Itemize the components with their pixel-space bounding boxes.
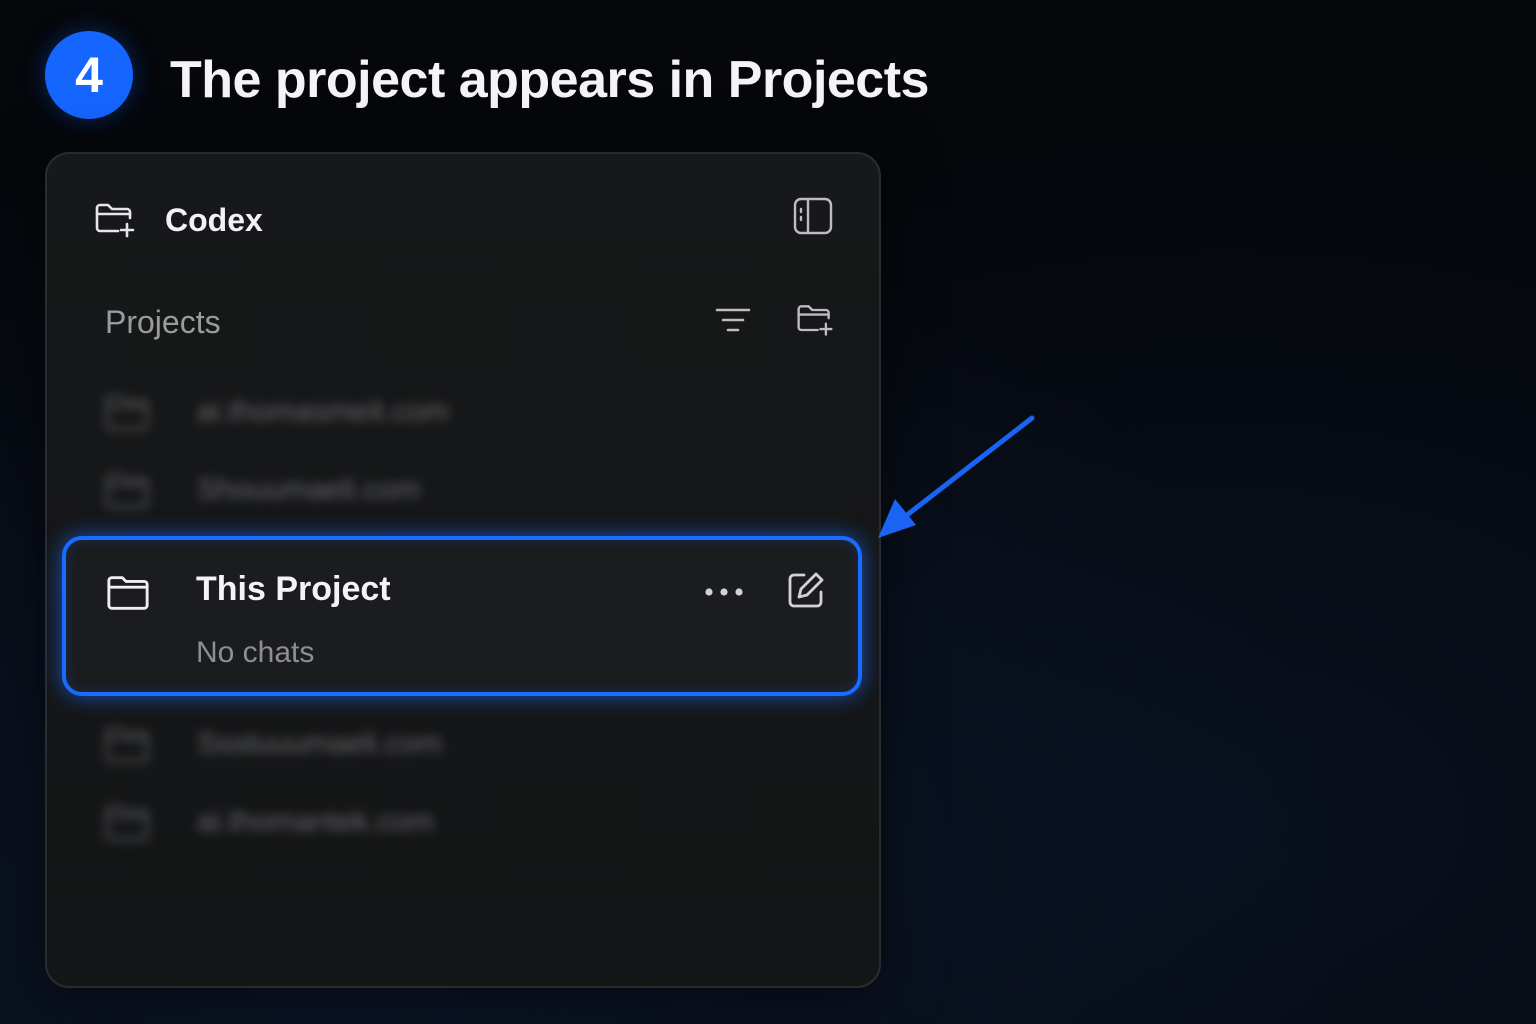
project-list-item[interactable]: Shouumaeli.com <box>103 460 843 520</box>
new-project-button[interactable] <box>793 300 837 344</box>
folder-plus-icon <box>795 300 835 345</box>
folder-icon <box>104 570 152 614</box>
selected-project-subtitle: No chats <box>196 636 315 669</box>
edit-icon <box>788 572 824 608</box>
filter-button[interactable] <box>711 300 755 344</box>
folder-plus-icon[interactable] <box>93 198 137 242</box>
project-name: ai.thomasmeit.com <box>197 395 449 428</box>
selected-project-name: This Project <box>196 570 391 608</box>
app-name: Codex <box>165 201 263 238</box>
folder-icon <box>103 390 151 434</box>
more-options-button[interactable] <box>702 572 746 612</box>
step-title: The project appears in Projects <box>170 51 929 109</box>
tutorial-step: 4 The project appears in Projects Codex <box>0 0 1536 1024</box>
project-name: ai.thomantek.com <box>197 805 434 838</box>
folder-icon <box>103 468 151 512</box>
codex-sidebar-panel: Codex Projects ai.thomasmeit.com Shouuma… <box>45 152 881 988</box>
sidebar-toggle-button[interactable] <box>791 196 835 240</box>
new-chat-button[interactable] <box>784 568 828 612</box>
pointer-arrow-icon <box>878 415 1035 538</box>
filter-icon <box>714 305 752 340</box>
project-list-item[interactable]: ai.thomantek.com <box>103 792 843 852</box>
folder-icon <box>103 722 151 766</box>
folder-icon <box>103 800 151 844</box>
projects-section-header: Projects <box>105 300 837 344</box>
projects-actions <box>711 300 837 344</box>
project-name: Ssstuuumaeli.com <box>197 727 443 760</box>
project-list-item[interactable]: ai.thomasmeit.com <box>103 382 843 442</box>
project-list-item[interactable]: Ssstuuumaeli.com <box>103 714 843 774</box>
projects-section-label: Projects <box>105 303 221 340</box>
selected-project-item[interactable]: This Project No chats <box>62 536 862 696</box>
more-icon <box>705 588 743 596</box>
step-number-badge: 4 <box>45 31 133 119</box>
sidebar-toggle-icon <box>792 196 834 241</box>
project-name: Shouumaeli.com <box>197 473 421 506</box>
app-header: Codex <box>93 198 263 242</box>
